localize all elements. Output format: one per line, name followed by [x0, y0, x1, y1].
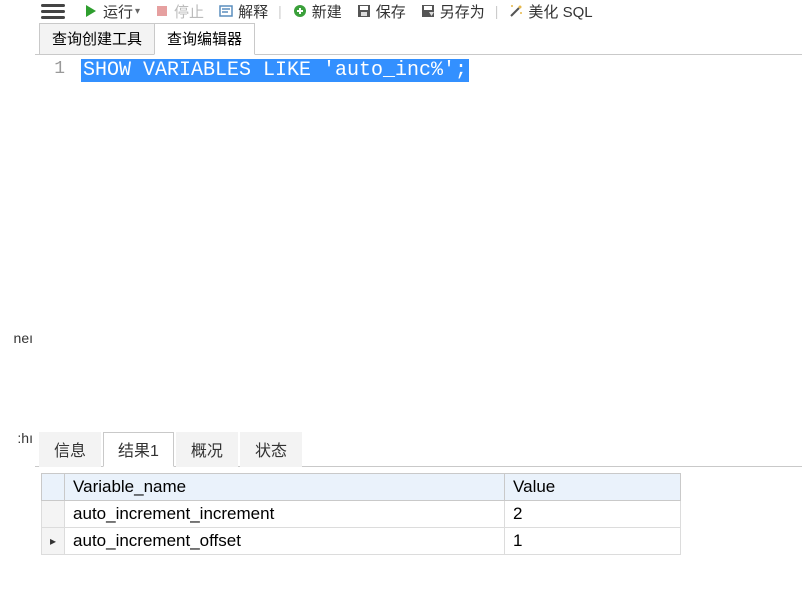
- beautify-button[interactable]: 美化 SQL: [502, 1, 598, 22]
- column-header-value[interactable]: Value: [505, 474, 681, 501]
- tab-info-label: 信息: [54, 443, 86, 460]
- new-label: 新建: [312, 1, 342, 22]
- row-handle-current[interactable]: ▸: [42, 528, 65, 555]
- left-panel-fragment: neı :hı: [0, 0, 35, 613]
- stop-button[interactable]: 停止: [148, 1, 210, 22]
- menu-icon[interactable]: [41, 1, 65, 21]
- table-row[interactable]: ▸ auto_increment_offset 1: [42, 528, 681, 555]
- table-header-row: Variable_name Value: [42, 474, 681, 501]
- row-handle-header: [42, 474, 65, 501]
- save-as-button[interactable]: 另存为: [414, 1, 491, 22]
- tab-result-1-label: 结果1: [118, 443, 159, 460]
- tab-info[interactable]: 信息: [39, 432, 101, 467]
- sql-selected-text[interactable]: SHOW VARIABLES LIKE 'auto_inc%';: [81, 59, 469, 82]
- tab-status[interactable]: 状态: [240, 432, 302, 467]
- cell-value[interactable]: 2: [505, 501, 681, 528]
- save-as-icon: [420, 3, 436, 19]
- tab-profile[interactable]: 概况: [176, 432, 238, 467]
- dropdown-icon: ▾: [135, 6, 140, 17]
- sidebar-fragment-1: neı: [14, 330, 33, 346]
- new-icon: [292, 3, 308, 19]
- sql-editor[interactable]: 1 SHOW VARIABLES LIKE 'auto_inc%';: [35, 55, 802, 435]
- toolbar-separator-2: |: [493, 3, 501, 19]
- save-button[interactable]: 保存: [350, 1, 412, 22]
- editor-tabs: 查询创建工具 查询编辑器: [35, 26, 802, 55]
- result-tabs: 信息 结果1 概况 状态: [35, 435, 802, 467]
- play-icon: [83, 3, 99, 19]
- cell-variable-name[interactable]: auto_increment_increment: [65, 501, 505, 528]
- line-number: 1: [35, 59, 65, 79]
- tab-query-builder-label: 查询创建工具: [52, 31, 142, 48]
- save-icon: [356, 3, 372, 19]
- run-label: 运行: [103, 1, 133, 22]
- tab-query-builder[interactable]: 查询创建工具: [39, 23, 155, 55]
- result-grid: Variable_name Value auto_increment_incre…: [35, 467, 802, 555]
- stop-icon: [154, 3, 170, 19]
- cell-variable-name[interactable]: auto_increment_offset: [65, 528, 505, 555]
- save-as-label: 另存为: [440, 1, 485, 22]
- line-number-gutter: 1: [35, 55, 75, 435]
- explain-icon: [218, 3, 234, 19]
- column-header-variable-name[interactable]: Variable_name: [65, 474, 505, 501]
- toolbar-separator-1: |: [276, 3, 284, 19]
- code-area[interactable]: SHOW VARIABLES LIKE 'auto_inc%';: [75, 55, 802, 435]
- main-area: 运行 ▾ 停止 解释 | 新建 保存 另存为 | 美化 SQL: [35, 0, 802, 613]
- row-handle[interactable]: [42, 501, 65, 528]
- new-button[interactable]: 新建: [286, 1, 348, 22]
- explain-button[interactable]: 解释: [212, 1, 274, 22]
- result-table[interactable]: Variable_name Value auto_increment_incre…: [41, 473, 681, 555]
- wand-icon: [508, 3, 524, 19]
- explain-label: 解释: [238, 1, 268, 22]
- sidebar-fragment-2: :hı: [17, 430, 33, 446]
- run-button[interactable]: 运行 ▾: [77, 1, 146, 22]
- beautify-label: 美化 SQL: [528, 1, 592, 22]
- tab-result-1[interactable]: 结果1: [103, 432, 174, 467]
- tab-query-editor[interactable]: 查询编辑器: [154, 23, 255, 55]
- cell-value[interactable]: 1: [505, 528, 681, 555]
- stop-label: 停止: [174, 1, 204, 22]
- table-row[interactable]: auto_increment_increment 2: [42, 501, 681, 528]
- tab-status-label: 状态: [255, 443, 287, 460]
- tab-profile-label: 概况: [191, 443, 223, 460]
- tab-query-editor-label: 查询编辑器: [167, 31, 242, 48]
- save-label: 保存: [376, 1, 406, 22]
